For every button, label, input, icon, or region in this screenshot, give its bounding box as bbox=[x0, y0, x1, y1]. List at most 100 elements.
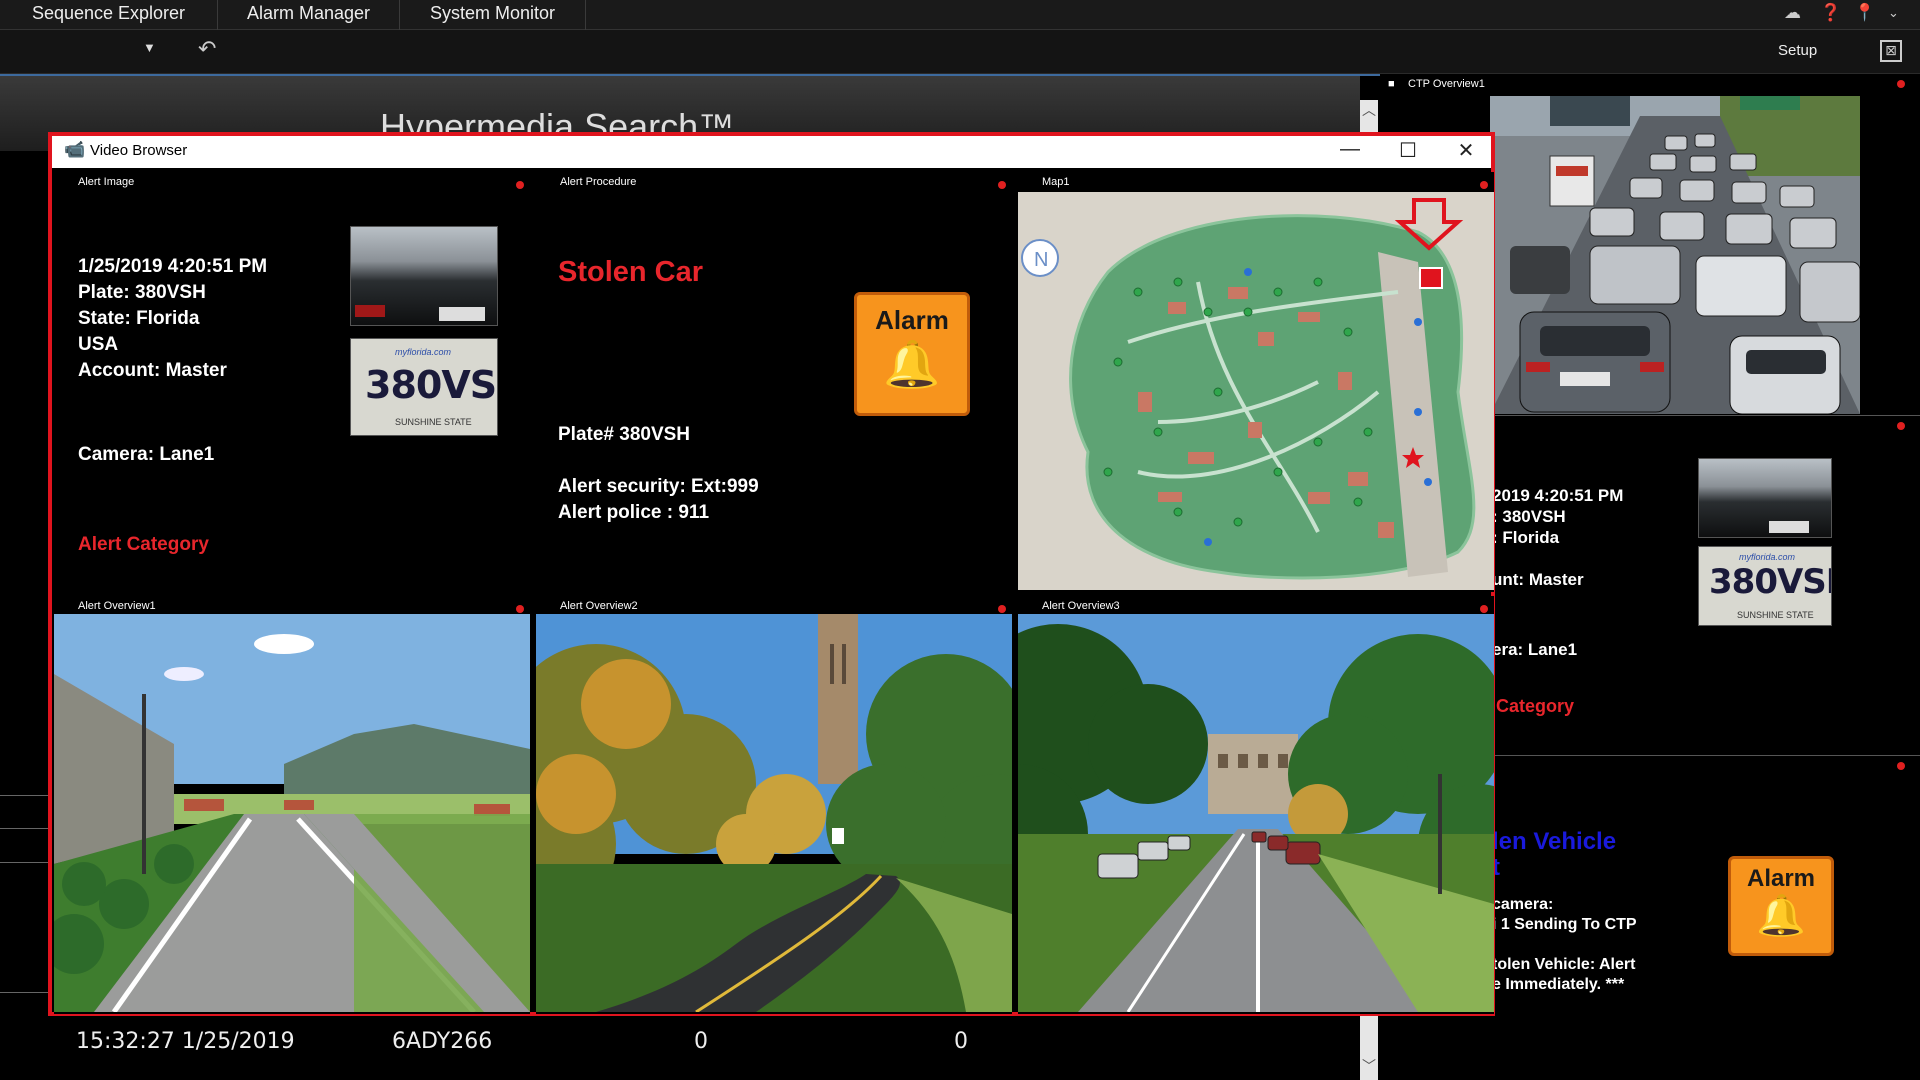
toolbar: ▼ ↶ Setup ⊠ bbox=[0, 30, 1920, 74]
recording-indicator bbox=[998, 605, 1006, 613]
ctp-alert-category: Category bbox=[1496, 696, 1575, 716]
recording-indicator bbox=[1897, 80, 1905, 88]
alert-overview2-cell[interactable]: Alert Overview2 bbox=[536, 596, 1012, 1014]
ctp-camera: era: Lane1 bbox=[1492, 640, 1578, 659]
alarm-label: Alarm bbox=[875, 305, 949, 335]
recording-indicator bbox=[1897, 762, 1905, 770]
ctp-alarm-badge: Alarm 🔔 bbox=[1728, 856, 1834, 956]
vehicle-thumbnail bbox=[350, 226, 498, 326]
campus-map-graphic: N bbox=[1018, 192, 1494, 590]
procedure-title: Stolen Car bbox=[558, 256, 704, 288]
bell-icon: 🔔 bbox=[1756, 894, 1806, 938]
maximize-button[interactable]: ☐ bbox=[1388, 138, 1428, 163]
alert-camera: Camera: Lane1 bbox=[78, 444, 215, 465]
alert-state: State: Florida bbox=[78, 308, 200, 329]
alert-country: USA bbox=[78, 334, 119, 355]
compass-label: N bbox=[1034, 249, 1048, 271]
recording-indicator bbox=[1897, 422, 1905, 430]
procedure-security: Alert security: Ext:999 bbox=[558, 476, 759, 497]
campus-map[interactable]: N bbox=[1018, 192, 1494, 590]
ctp-procedure-title-line1: len Vehicle bbox=[1492, 828, 1617, 855]
alert-overview3-label: Alert Overview3 bbox=[1042, 600, 1120, 612]
ctp-state: : Florida bbox=[1492, 528, 1560, 547]
ctp-account: unt: Master bbox=[1492, 570, 1584, 589]
recording-indicator bbox=[998, 181, 1006, 189]
alert-overview3-image bbox=[1018, 614, 1494, 1012]
ctp-procedure-line: i 1 Sending To CTP bbox=[1492, 916, 1637, 933]
bell-icon: 🔔 bbox=[883, 338, 941, 390]
recording-indicator bbox=[1480, 181, 1488, 189]
alert-plate: Plate: 380VSH bbox=[78, 282, 206, 303]
recording-indicator bbox=[516, 181, 524, 189]
plate-state-text: myflorida.com bbox=[395, 347, 452, 357]
recording-indicator bbox=[516, 605, 524, 613]
ctp-plate-thumbnail: myflorida.com 380VSH SUNSHINE STATE bbox=[1698, 546, 1832, 626]
alarm-label: Alarm bbox=[1746, 865, 1816, 892]
tab-sequence-explorer[interactable]: Sequence Explorer bbox=[0, 0, 218, 30]
tab-alarm-manager[interactable]: Alarm Manager bbox=[218, 0, 400, 30]
divider bbox=[0, 862, 48, 863]
result-count-a: 0 bbox=[694, 1029, 708, 1054]
alert-overview1-image bbox=[54, 614, 530, 1012]
pin-icon[interactable]: 📍 bbox=[1854, 3, 1875, 23]
plate-thumbnail: myflorida.com 380VSH SUNSHINE STATE bbox=[350, 338, 498, 436]
ctp-vehicle-thumbnail bbox=[1698, 458, 1832, 538]
alert-overview2-label: Alert Overview2 bbox=[560, 600, 638, 612]
app-root: Sequence Explorer Alarm Manager System M… bbox=[0, 0, 1920, 1080]
camera-icon: ■ bbox=[1388, 78, 1395, 90]
alert-image-label: Alert Image bbox=[78, 176, 135, 188]
plate-motto-text: SUNSHINE STATE bbox=[395, 417, 472, 427]
top-menu-bar: Sequence Explorer Alarm Manager System M… bbox=[0, 0, 1920, 30]
alarm-badge: Alarm 🔔 bbox=[854, 292, 970, 416]
result-timestamp: 15:32:27 1/25/2019 bbox=[76, 1029, 295, 1054]
help-icon[interactable]: ❓ bbox=[1820, 3, 1841, 23]
ctp-overview-label: CTP Overview1 bbox=[1408, 78, 1485, 90]
procedure-plate: Plate# 380VSH bbox=[558, 424, 691, 445]
alert-category: Alert Category bbox=[78, 534, 209, 555]
divider bbox=[0, 992, 48, 993]
result-count-b: 0 bbox=[954, 1029, 968, 1054]
alert-datetime: 1/25/2019 4:20:51 PM bbox=[78, 256, 268, 277]
ctp-procedure-line: e Immediately. *** bbox=[1492, 976, 1625, 993]
window-title-bar[interactable]: 📹 Video Browser — ☐ ✕ bbox=[52, 136, 1491, 168]
video-browser-window: 📹 Video Browser — ☐ ✕ Alert Image 1/25/2… bbox=[48, 132, 1495, 1016]
alert-overview1-label: Alert Overview1 bbox=[78, 600, 156, 612]
recording-indicator bbox=[1480, 605, 1488, 613]
maximize-icon[interactable]: ⊠ bbox=[1880, 40, 1902, 62]
camera-icon: 📹 bbox=[64, 140, 86, 159]
ctp-procedure-line: camera: bbox=[1492, 896, 1554, 913]
alert-overview1-cell[interactable]: Alert Overview1 bbox=[54, 596, 530, 1014]
ctp-plate: : 380VSH bbox=[1492, 507, 1566, 526]
close-button[interactable]: ✕ bbox=[1446, 138, 1486, 163]
plate-motto-text: SUNSHINE STATE bbox=[1737, 610, 1814, 620]
result-plate: 6ADY266 bbox=[392, 1029, 493, 1054]
scroll-up-icon[interactable]: ︿ bbox=[1362, 100, 1376, 120]
setup-button[interactable]: Setup bbox=[1778, 42, 1817, 59]
scroll-down-icon[interactable]: ﹀ bbox=[1362, 1056, 1376, 1076]
alert-image-cell[interactable]: Alert Image 1/25/2019 4:20:51 PM Plate: … bbox=[54, 172, 530, 592]
alert-overview2-image bbox=[536, 614, 1012, 1012]
divider bbox=[0, 795, 48, 796]
result-row[interactable]: 15:32:27 1/25/2019 6ADY266 0 0 bbox=[40, 1025, 1340, 1061]
plate-number-text: 380VSH bbox=[1709, 562, 1831, 602]
alert-procedure-cell[interactable]: Alert Procedure Stolen Car Plate# 380VSH… bbox=[536, 172, 1012, 592]
procedure-police: Alert police : 911 bbox=[558, 502, 710, 523]
dropdown-arrow-icon[interactable]: ▼ bbox=[143, 40, 156, 55]
alert-overview3-cell[interactable]: Alert Overview3 bbox=[1018, 596, 1494, 1014]
plate-state-text: myflorida.com bbox=[1739, 552, 1796, 562]
traffic-scene bbox=[1490, 96, 1860, 414]
cloud-icon[interactable]: ☁ bbox=[1784, 3, 1801, 23]
plate-number-text: 380VSH bbox=[365, 363, 497, 407]
map-label: Map1 bbox=[1042, 176, 1070, 188]
ctp-procedure-line: tolen Vehicle: Alert bbox=[1492, 956, 1636, 973]
map-cell[interactable]: Map1 N bbox=[1018, 172, 1494, 592]
undo-icon[interactable]: ↶ bbox=[198, 36, 216, 62]
divider bbox=[0, 828, 48, 829]
minimize-button[interactable]: — bbox=[1330, 138, 1370, 161]
alert-procedure-label: Alert Procedure bbox=[560, 176, 637, 188]
chevron-down-icon[interactable]: ⌄ bbox=[1888, 5, 1899, 21]
ctp-datetime: 2019 4:20:51 PM bbox=[1492, 486, 1624, 505]
tab-system-monitor[interactable]: System Monitor bbox=[400, 0, 586, 30]
traffic-camera-image bbox=[1490, 96, 1860, 414]
window-title: Video Browser bbox=[90, 142, 188, 159]
